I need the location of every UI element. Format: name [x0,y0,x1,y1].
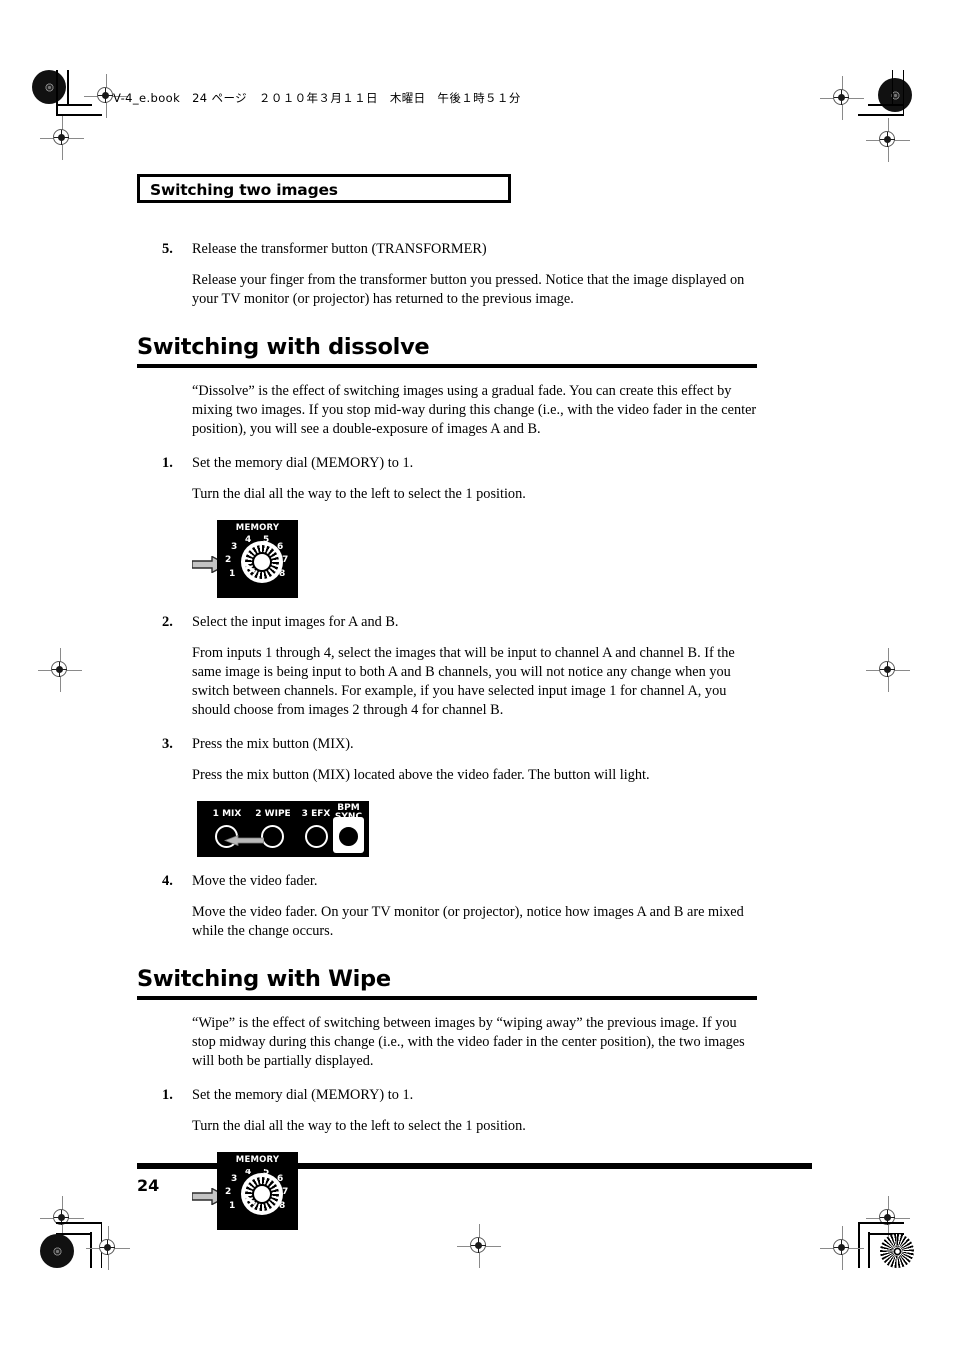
step-number: 1. [162,454,173,471]
step-heading: Set the memory dial (MEMORY) to 1. [192,1086,414,1103]
memory-dial-knob[interactable] [241,540,283,583]
memory-dial-panel: MEMORY 1 2 3 4 5 6 7 8 [217,519,298,598]
step-number: 3. [162,735,173,752]
step-item: 4. Move the video fader. [137,872,757,891]
registration-mark-upper-left-vertical [40,116,84,160]
step-body: Move the video fader. On your TV monitor… [192,903,744,939]
registration-mark-bottom-right [820,1226,864,1270]
page-number: 24 [137,1176,160,1195]
section-intro-wipe: “Wipe” is the effect of switching betwee… [192,1014,745,1069]
callout-arrow-icon [224,834,264,846]
wipe-button[interactable] [261,824,284,848]
registration-mark-bottom-center [457,1224,501,1268]
dial-position-2: 2 [225,554,232,565]
registration-mark-mid-left [38,648,82,692]
registration-mark-mid-right [866,648,910,692]
dial-position-2: 2 [225,1186,232,1197]
step-heading: Select the input images for A and B. [192,613,399,630]
content-column: 5. Release the transformer button (TRANS… [137,240,757,1230]
step-number: 2. [162,613,173,630]
step-body: Turn the dial all the way to the left to… [192,1117,526,1134]
step-body: From inputs 1 through 4, select the imag… [192,644,735,718]
registration-mark-top-right [820,76,864,120]
section-heading-wipe: Switching with Wipe [137,966,757,1000]
step-item: 3. Press the mix button (MIX). [137,735,757,754]
registration-mark-bottom-left [86,1226,130,1270]
knob-cap [252,1183,272,1204]
step-item: 1. Set the memory dial (MEMORY) to 1. [137,454,757,473]
footer-rule [137,1163,812,1169]
step-heading: Set the memory dial (MEMORY) to 1. [192,454,414,471]
dial-position-3: 3 [231,541,238,552]
print-slug: V-4_e.book 24 ページ ２０１０年３月１１日 木曜日 午後１時５１分 [113,91,521,105]
memory-dial-title: MEMORY [235,522,280,533]
step-item: 5. Release the transformer button (TRANS… [137,240,757,259]
dial-position-1: 1 [229,568,236,579]
step-number: 1. [162,1086,173,1103]
step-body: Turn the dial all the way to the left to… [192,485,526,502]
step-item: 1. Set the memory dial (MEMORY) to 1. [137,1086,757,1105]
button-label-mix: 1 MIX [212,808,242,819]
memory-dial-knob[interactable] [241,1172,283,1215]
figure-transition-buttons: 1 MIX 2 WIPE 3 EFX BPM SYNC [137,800,757,857]
button-label-efx: 3 EFX [301,808,331,819]
registration-mark-upper-right-vertical [866,118,910,162]
page-canvas: V-4_e.book 24 ページ ２０１０年３月１１日 木曜日 午後１時５１分… [0,0,954,1351]
transition-button-panel: 1 MIX 2 WIPE 3 EFX BPM SYNC [197,800,369,857]
knob-cap [252,551,272,572]
step-item: 2. Select the input images for A and B. [137,613,757,632]
step-body: Press the mix button (MIX) located above… [192,766,650,783]
step-heading: Move the video fader. [192,872,318,889]
dial-position-1: 1 [229,1200,236,1211]
step-heading: Release the transformer button (TRANSFOR… [192,241,487,257]
bpm-sync-button[interactable] [337,824,360,848]
chapter-title-box: Switching two images [137,174,511,203]
section-intro-dissolve: “Dissolve” is the effect of switching im… [192,382,757,437]
chapter-title: Switching two images [150,181,338,199]
button-label-wipe: 2 WIPE [255,808,291,819]
dial-position-3: 3 [231,1173,238,1184]
step-number: 5. [162,241,173,257]
print-target-bottom-right [880,1234,914,1268]
efx-button[interactable] [305,824,328,848]
step-heading: Press the mix button (MIX). [192,735,354,752]
step-body: Release your finger from the transformer… [192,272,745,307]
step-number: 4. [162,872,173,889]
section-heading-dissolve: Switching with dissolve [137,334,757,368]
print-target-bottom-left [40,1234,74,1268]
figure-memory-dial: MEMORY 1 2 3 4 5 6 7 8 [137,519,757,598]
